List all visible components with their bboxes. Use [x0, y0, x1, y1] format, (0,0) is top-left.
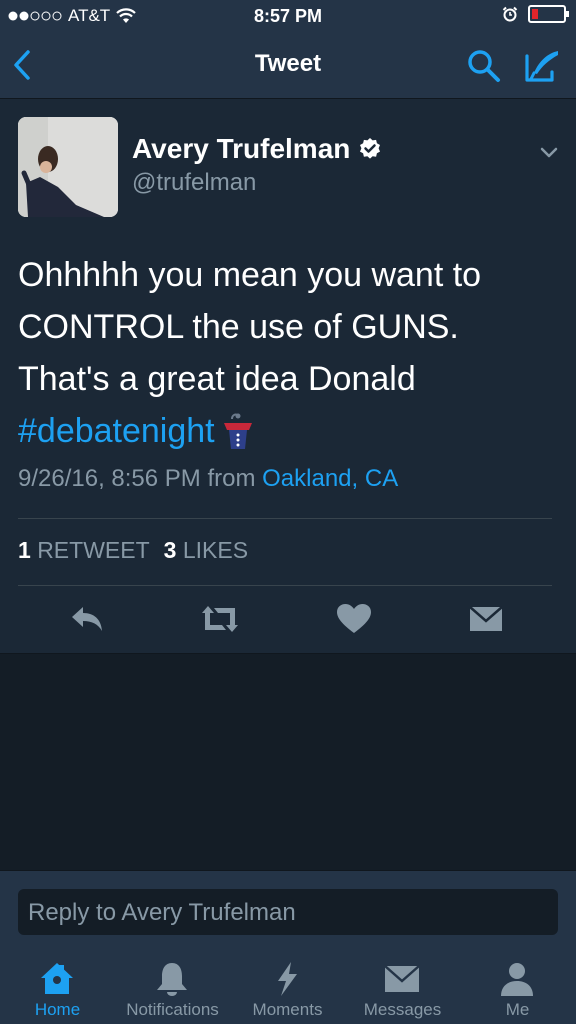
like-count: 3: [163, 537, 177, 563]
tab-home[interactable]: Home: [0, 948, 115, 1024]
retweet-icon[interactable]: [200, 601, 240, 637]
envelope-icon: [384, 965, 420, 992]
reply-icon[interactable]: [68, 601, 108, 637]
tweet-meta: 9/26/16, 8:56 PM from Oakland, CA: [18, 465, 398, 493]
tab-messages[interactable]: Messages: [345, 948, 460, 1024]
retweet-count: 1: [18, 537, 31, 563]
battery-icon: [528, 5, 569, 23]
heart-icon[interactable]: [334, 601, 374, 637]
hashtag-line: #debatenight: [18, 405, 558, 457]
tweet-text-line: CONTROL the use of GUNS.: [18, 308, 459, 346]
search-icon[interactable]: [466, 48, 502, 84]
location-link[interactable]: Oakland, CA: [262, 465, 398, 492]
tab-label: Me: [505, 1000, 530, 1019]
tweet-timestamp: 9/26/16, 8:56 PM from: [18, 465, 256, 492]
retweet-count-stat[interactable]: 1 RETWEET: [18, 537, 150, 564]
alarm-icon: [502, 6, 518, 22]
tab-moments[interactable]: Moments: [230, 948, 345, 1024]
debate-podium-icon: [223, 413, 252, 449]
like-count-stat[interactable]: 3 LIKES: [164, 537, 248, 564]
tweet-stats: 1 RETWEET 3 LIKES: [18, 537, 248, 564]
compose-tweet-icon[interactable]: [522, 48, 562, 84]
tweet-text: Ohhhhh you mean you want to CONTROL the …: [18, 249, 558, 457]
author-row: Avery Trufelman: [132, 133, 382, 165]
tab-bar: Home Notifications Moments Messages Me: [0, 948, 576, 1024]
tab-notifications[interactable]: Notifications: [115, 948, 230, 1024]
status-right: [502, 5, 569, 23]
tab-me[interactable]: Me: [460, 948, 575, 1024]
nav-bar: Tweet: [0, 34, 576, 99]
status-bar: AT&T 8:57 PM: [0, 0, 576, 34]
status-time: 8:57 PM: [253, 6, 323, 26]
verified-badge-icon: [360, 138, 381, 159]
person-icon: [501, 963, 533, 996]
divider: [18, 585, 552, 586]
author-name[interactable]: Avery Trufelman: [132, 133, 350, 165]
likes-label: LIKES: [182, 537, 249, 563]
reply-composer: Reply to Avery Trufelman: [0, 870, 576, 949]
tab-label: Home: [34, 1000, 81, 1019]
tweet-text-line: That's a great idea Donald: [18, 360, 416, 398]
avatar[interactable]: [18, 117, 118, 217]
avatar-photo: [18, 117, 118, 217]
chevron-down-icon[interactable]: [536, 139, 562, 165]
hashtag-link[interactable]: #debatenight: [18, 405, 215, 457]
lightning-icon: [278, 962, 297, 996]
tweet-detail: Avery Trufelman @trufelman Ohhhhh you me…: [0, 99, 576, 654]
tab-label: Notifications: [126, 1000, 219, 1019]
tweet-text-line: Ohhhhh you mean you want to: [18, 256, 482, 294]
direct-message-icon[interactable]: [466, 601, 506, 637]
home-icon: [41, 963, 73, 994]
tab-label: Messages: [363, 1000, 442, 1019]
retweet-label: RETWEET: [37, 537, 150, 563]
tab-label: Moments: [252, 1000, 323, 1019]
divider: [18, 518, 552, 519]
bell-icon: [157, 963, 187, 996]
author-handle[interactable]: @trufelman: [132, 169, 256, 197]
reply-input[interactable]: Reply to Avery Trufelman: [18, 889, 558, 935]
